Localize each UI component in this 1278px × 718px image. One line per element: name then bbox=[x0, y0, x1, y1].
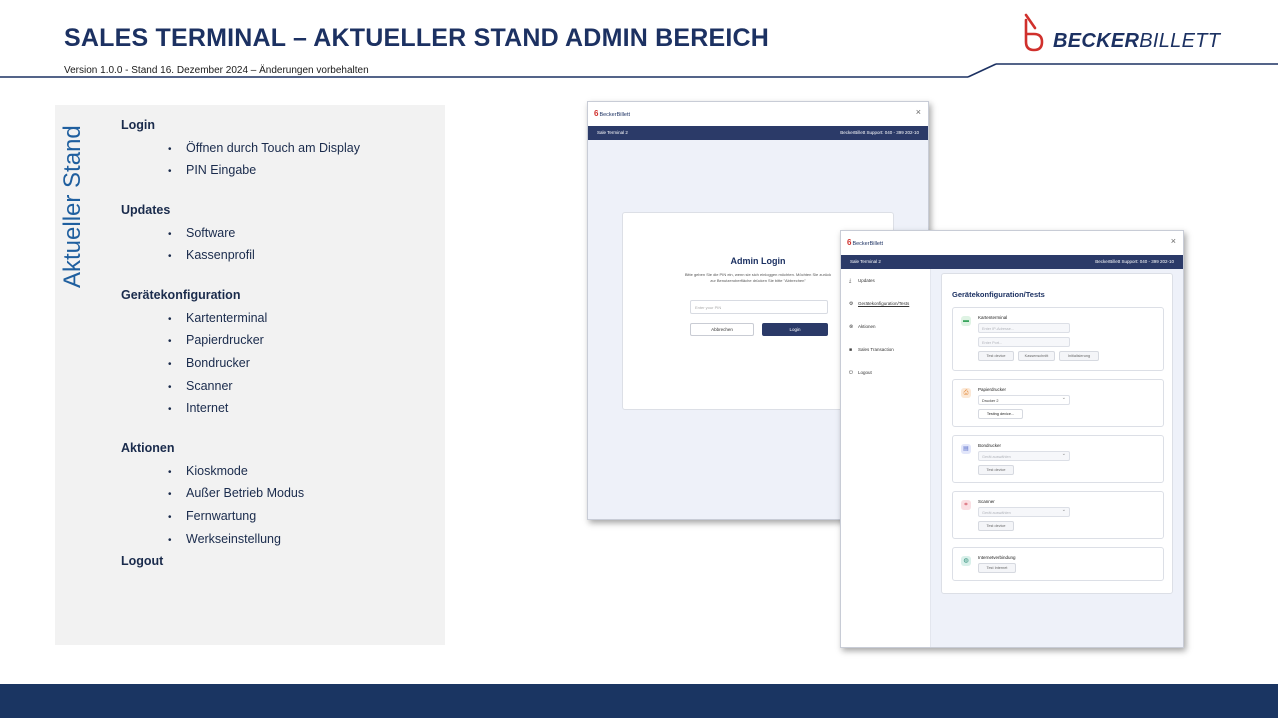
section-heading-login: Login bbox=[121, 118, 156, 132]
vertical-status-label: Aktueller Stand bbox=[59, 125, 86, 288]
close-icon[interactable]: × bbox=[916, 107, 921, 117]
bullet-item: • Kioskmode bbox=[168, 464, 248, 478]
device-config-window: 6BeckerBillett × Sale Terminal 2 BeckerB… bbox=[840, 230, 1184, 648]
download-icon: ⤓ bbox=[849, 278, 852, 284]
card-terminal-icon: ▬ bbox=[961, 316, 971, 326]
sidebar-item-sales-transaction[interactable]: ■ Sales Transaction bbox=[849, 347, 894, 353]
scanner-icon: ⌗ bbox=[961, 500, 971, 510]
status-panel bbox=[55, 105, 445, 645]
internet-section: ◍ Internetverbindung Test Internet bbox=[952, 547, 1164, 581]
bullet-item: • Kartenterminal bbox=[168, 311, 268, 325]
support-info: BeckerBillett Support: 040 - 399 202-10 bbox=[840, 130, 919, 135]
terminal-name: Sale Terminal 2 bbox=[597, 130, 628, 135]
logo-mark-icon: 6 bbox=[594, 109, 599, 118]
actions-icon: ⊗ bbox=[849, 324, 854, 330]
config-sidebar: ⤓ Updates ⚙ Gerätekonfiguration/Tests ⊗ Akt… bbox=[841, 269, 931, 647]
receipt-printer-select[interactable]: Gerät auswählen bbox=[978, 451, 1070, 461]
brand-logo: BECKERBILLETT bbox=[1020, 12, 1220, 56]
bullet-item: • Papierdrucker bbox=[168, 333, 264, 347]
initialization-button[interactable]: Initialisierung bbox=[1059, 351, 1099, 361]
paper-printer-section: ⎙ Papierdrucker Drucker 2 Testing device… bbox=[952, 379, 1164, 427]
window-logo: 6BeckerBillett bbox=[594, 109, 631, 118]
config-panel: Gerätekonfiguration/Tests ▬ Kartentermin… bbox=[941, 273, 1173, 594]
logo-wordmark-bold: BECKER bbox=[1053, 30, 1140, 52]
config-heading: Gerätekonfiguration/Tests bbox=[952, 290, 1045, 299]
login-instructions: Bitte geben Sie die PIN ein, wenn sie si… bbox=[684, 272, 832, 283]
bullet-item: • Außer Betrieb Modus bbox=[168, 486, 305, 500]
ip-address-input[interactable]: Enter IP-Adresse... bbox=[978, 323, 1070, 333]
bullet-item: • Software bbox=[168, 226, 236, 240]
logout-icon: ⏻ bbox=[849, 370, 853, 376]
port-input[interactable]: Enter Port... bbox=[978, 337, 1070, 347]
section-title: Internetverbindung bbox=[978, 555, 1016, 560]
test-device-button[interactable]: Test device bbox=[978, 521, 1014, 531]
window-titlebar: 6BeckerBillett × bbox=[588, 102, 928, 126]
section-heading-actions: Aktionen bbox=[121, 441, 175, 455]
logo-mark-icon: 6 bbox=[847, 238, 852, 247]
sidebar-item-updates[interactable]: ⤓ Updates bbox=[849, 278, 875, 284]
close-icon[interactable]: × bbox=[1171, 236, 1176, 246]
receipt-icon: ▤ bbox=[961, 444, 971, 454]
testing-device-button[interactable]: Testing device... bbox=[978, 409, 1023, 419]
test-device-button[interactable]: Test device bbox=[978, 465, 1014, 475]
window-navbar: Sale Terminal 2 BeckerBillett Support: 0… bbox=[588, 126, 928, 140]
printer-select[interactable]: Drucker 2 bbox=[978, 395, 1070, 405]
pin-input[interactable]: Enter your PIN bbox=[690, 300, 828, 314]
card-terminal-section: ▬ Kartenterminal Enter IP-Adresse... Ent… bbox=[952, 307, 1164, 371]
terminal-name: Sale Terminal 2 bbox=[850, 259, 881, 264]
logo-mark-icon bbox=[1024, 13, 1044, 52]
kassenschnitt-button[interactable]: Kassenschnitt bbox=[1018, 351, 1055, 361]
scanner-section: ⌗ Scanner Gerät auswählen Test device bbox=[952, 491, 1164, 539]
section-title: Papierdrucker bbox=[978, 387, 1007, 392]
bullet-item: • Bondrucker bbox=[168, 356, 250, 370]
scanner-select[interactable]: Gerät auswählen bbox=[978, 507, 1070, 517]
window-titlebar: 6BeckerBillett × bbox=[841, 231, 1183, 255]
logo-wordmark: BECKERBILLETT bbox=[1053, 30, 1220, 53]
globe-icon: ◍ bbox=[961, 556, 971, 566]
support-info: BeckerBillett Support: 040 - 399 202-10 bbox=[1095, 259, 1174, 264]
receipt-printer-section: ▤ Bondrucker Gerät auswählen Test device bbox=[952, 435, 1164, 483]
section-title: Bondrucker bbox=[978, 443, 1002, 448]
config-main: Gerätekonfiguration/Tests ▬ Kartentermin… bbox=[931, 269, 1183, 647]
test-device-button[interactable]: Test device bbox=[978, 351, 1014, 361]
sidebar-item-device-config[interactable]: ⚙ Gerätekonfiguration/Tests bbox=[849, 301, 909, 307]
gear-icon: ⚙ bbox=[849, 301, 854, 307]
bullet-item: • Fernwartung bbox=[168, 509, 257, 523]
bullet-item: • Scanner bbox=[168, 379, 233, 393]
section-title: Scanner bbox=[978, 499, 995, 504]
footer-bar bbox=[0, 684, 1278, 718]
bullet-item: • Internet bbox=[168, 401, 229, 415]
bullet-item: • Öffnen durch Touch am Display bbox=[168, 141, 360, 155]
section-heading-device-config: Gerätekonfiguration bbox=[121, 288, 241, 302]
section-heading-updates: Updates bbox=[121, 203, 171, 217]
window-navbar: Sale Terminal 2 BeckerBillett Support: 0… bbox=[841, 255, 1183, 269]
window-logo: 6BeckerBillett bbox=[847, 238, 884, 247]
section-title: Kartenterminal bbox=[978, 315, 1008, 320]
bullet-item: • PIN Eingabe bbox=[168, 163, 257, 177]
logo-wordmark-light: BILLETT bbox=[1139, 30, 1221, 52]
sidebar-item-logout[interactable]: ⏻ Logout bbox=[849, 370, 872, 376]
cancel-button[interactable]: Abbrechen bbox=[690, 323, 754, 336]
bullet-item: • Kassenprofil bbox=[168, 248, 255, 262]
bullet-item: • Werkseinstellung bbox=[168, 532, 281, 546]
login-button[interactable]: Login bbox=[762, 323, 828, 336]
section-heading-logout: Logout bbox=[121, 554, 164, 568]
sidebar-item-actions[interactable]: ⊗ Aktionen bbox=[849, 324, 876, 330]
printer-icon: ⎙ bbox=[961, 388, 971, 398]
test-internet-button[interactable]: Test Internet bbox=[978, 563, 1016, 573]
cart-icon: ■ bbox=[849, 347, 853, 353]
